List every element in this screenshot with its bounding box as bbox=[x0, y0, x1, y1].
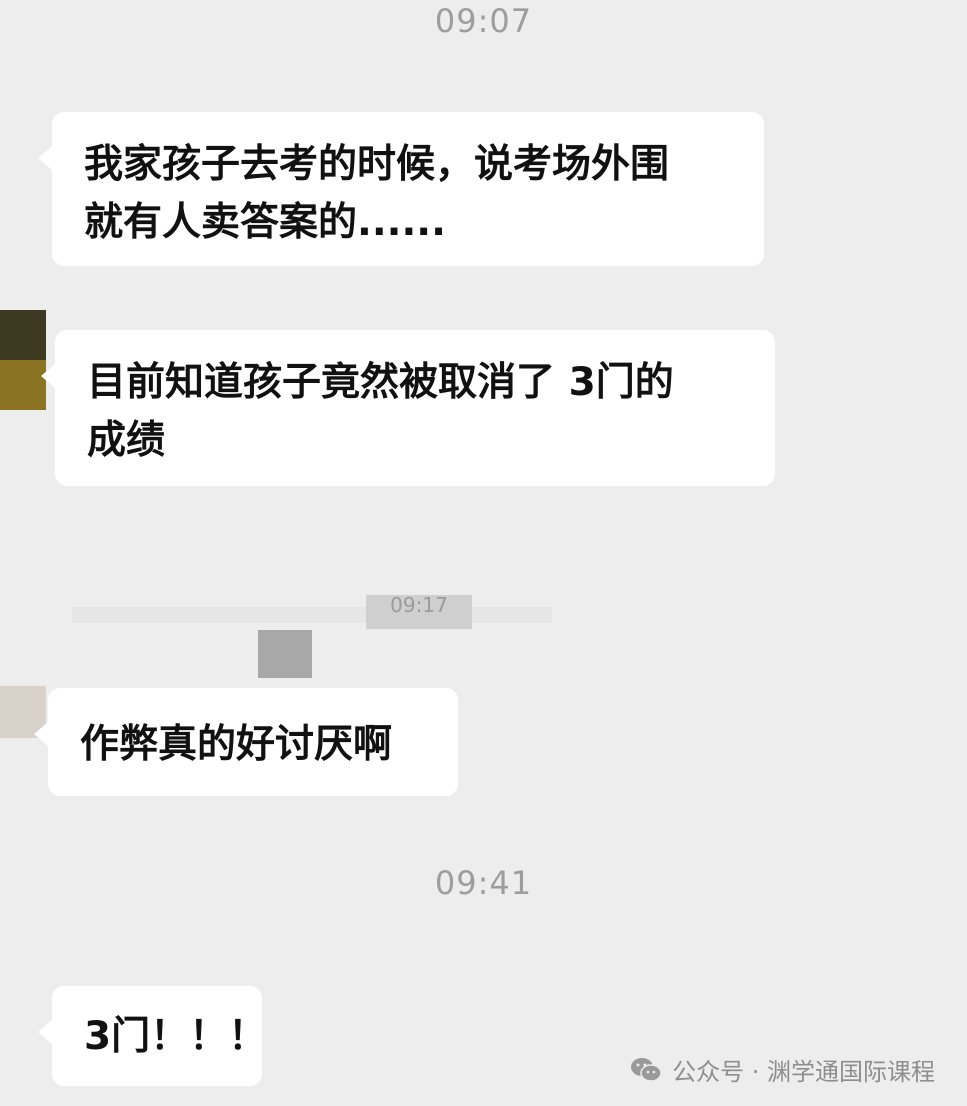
message-bubble[interactable]: 目前知道孩子竟然被取消了 3门的 成绩 bbox=[41, 330, 775, 486]
message-text: 我家孩子去考的时候，说考场外围 bbox=[84, 142, 670, 187]
message-text: 目前知道孩子竟然被取消了 3门的 bbox=[87, 360, 674, 405]
blurred-image bbox=[258, 630, 312, 678]
wechat-icon bbox=[630, 1057, 662, 1083]
timestamp: 09:41 bbox=[434, 864, 533, 902]
message-bubble[interactable]: 我家孩子去考的时候，说考场外围 就有人卖答案的...... bbox=[38, 112, 764, 266]
watermark-text: 公众号 · 渊学通国际课程 bbox=[672, 1058, 935, 1086]
avatar-image-bottom bbox=[0, 360, 46, 410]
blurred-timestamp: 09:17 bbox=[366, 595, 472, 629]
chat-area: 09:07 我家孩子去考的时候，说考场外围 就有人卖答案的...... 目前知道… bbox=[0, 0, 967, 1106]
timestamp: 09:07 bbox=[434, 2, 533, 40]
blurred-text-line bbox=[72, 607, 552, 623]
message-text: 3门！！！ bbox=[84, 1014, 268, 1059]
message-text: 作弊真的好讨厌啊 bbox=[80, 722, 393, 767]
watermark: 公众号 · 渊学通国际课程 bbox=[630, 1052, 935, 1087]
blurred-region: 09:17 bbox=[0, 595, 967, 690]
message-text: 就有人卖答案的...... bbox=[84, 200, 446, 245]
avatar[interactable] bbox=[0, 310, 46, 410]
message-text: 成绩 bbox=[87, 418, 166, 463]
message-bubble[interactable]: 3门！！！ bbox=[38, 986, 268, 1086]
avatar-image-top bbox=[0, 310, 46, 360]
message-bubble[interactable]: 作弊真的好讨厌啊 bbox=[34, 688, 458, 796]
